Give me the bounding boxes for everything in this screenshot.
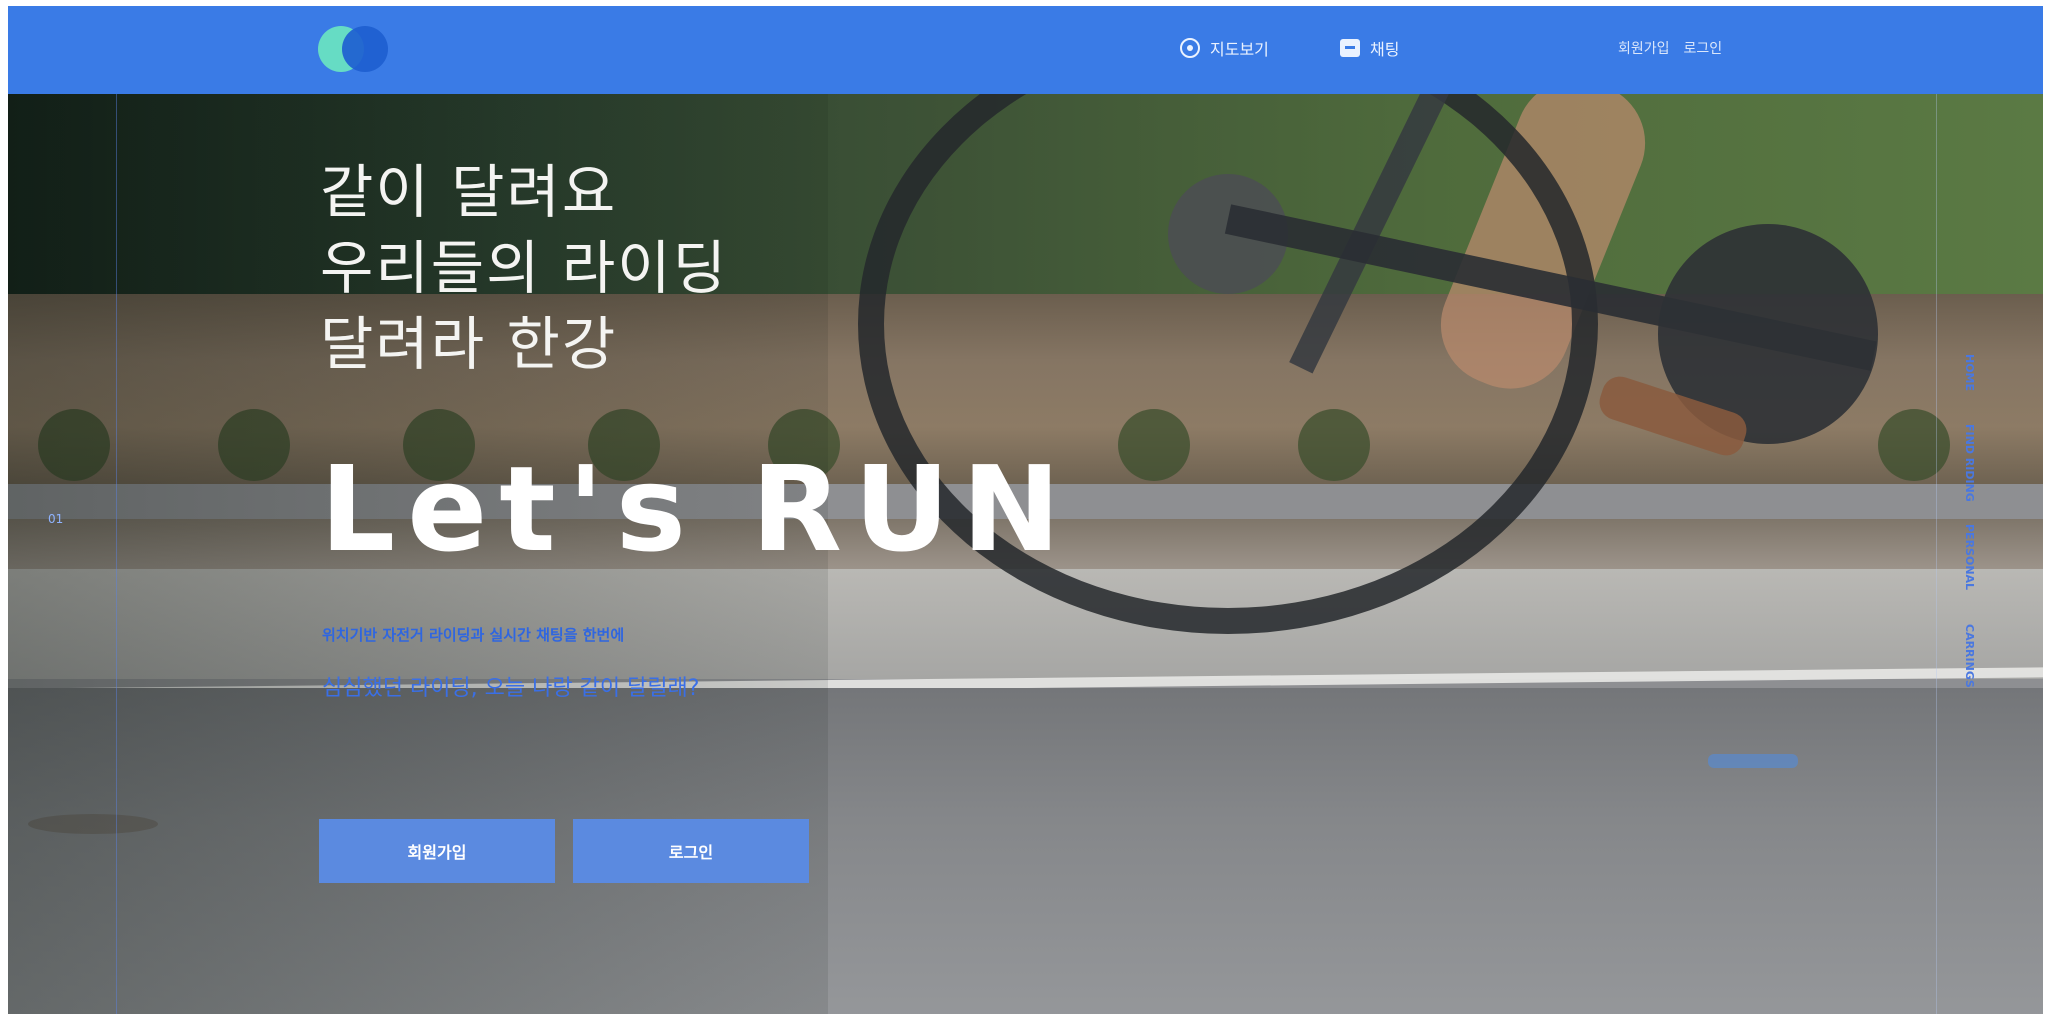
side-nav-carrings[interactable]: CARRINGS xyxy=(1963,624,1976,688)
side-nav-home[interactable]: HOME xyxy=(1963,354,1976,391)
hero-headline: 같이 달려요 우리들의 라이딩 달려라 한강 xyxy=(320,154,728,382)
side-nav-personal[interactable]: PERSONAL xyxy=(1963,524,1976,590)
hero-title: Let's RUN xyxy=(320,440,1073,578)
side-nav: HOME FIND RIDING PERSONAL CARRINGS xyxy=(1963,354,2006,714)
headline-line: 우리들의 라이딩 xyxy=(320,234,728,302)
hero-tagline: 심심했던 라이딩, 오늘 나랑 같이 달릴래? xyxy=(322,676,700,701)
logo-blue-circle xyxy=(342,26,388,72)
guide-label: 01 xyxy=(48,512,64,526)
headline-line: 같이 달려요 xyxy=(320,158,618,226)
nav-chat-label: 채팅 xyxy=(1370,40,1400,59)
login-button[interactable]: 로그인 xyxy=(573,819,809,883)
nav-map[interactable]: 지도보기 xyxy=(1180,36,1269,60)
logo[interactable] xyxy=(318,26,398,72)
headline-line: 달려라 한강 xyxy=(320,310,618,378)
guide-line xyxy=(116,94,117,1014)
nav-chat[interactable]: 채팅 xyxy=(1340,36,1399,60)
nav-map-label: 지도보기 xyxy=(1210,40,1269,59)
chat-icon xyxy=(1340,39,1360,57)
page-frame: 01 같이 달려요 우리들의 라이딩 달려라 한강 Let's RUN 위치기반… xyxy=(8,6,2043,1014)
hero-section: 01 같이 달려요 우리들의 라이딩 달려라 한강 Let's RUN 위치기반… xyxy=(8,94,2043,1014)
signup-button[interactable]: 회원가입 xyxy=(319,819,555,883)
wall-hole xyxy=(1878,409,1950,481)
map-icon xyxy=(1180,38,1200,58)
side-nav-find-riding[interactable]: FIND RIDING xyxy=(1963,424,1976,502)
guide-line-right xyxy=(1936,94,1937,1014)
road-debris xyxy=(1708,754,1798,768)
hero-subtitle: 위치기반 자전거 라이딩과 실시간 채팅을 한번에 xyxy=(322,626,625,644)
header-login-link[interactable]: 로그인 xyxy=(1684,38,1723,58)
header-signup-link[interactable]: 회원가입 xyxy=(1618,38,1670,58)
auth-links: 회원가입 로그인 xyxy=(1618,38,1722,58)
top-header: 지도보기 채팅 회원가입 로그인 xyxy=(8,6,2043,94)
